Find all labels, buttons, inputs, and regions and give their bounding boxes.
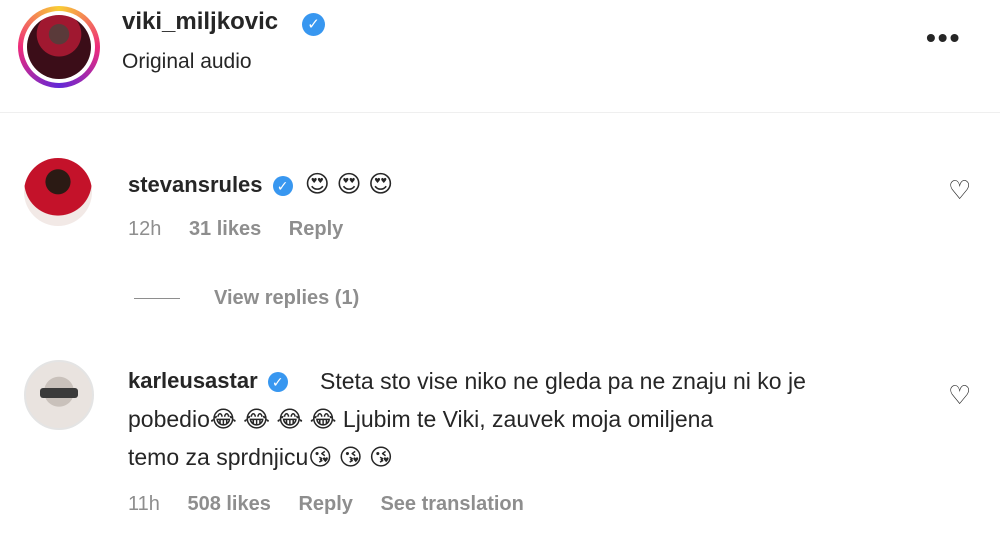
author-username[interactable]: viki_miljkovic	[122, 8, 278, 36]
comment-time: 12h	[128, 218, 162, 240]
see-translation-button[interactable]: See translation	[380, 493, 523, 515]
comment-time: 11h	[128, 493, 160, 515]
comment-likes[interactable]: 508 likes	[187, 493, 270, 515]
comment-avatar-stevansrules[interactable]	[24, 158, 92, 226]
comment-likes[interactable]: 31 likes	[189, 218, 261, 240]
comment-avatar-karleusastar[interactable]	[24, 360, 94, 430]
author-avatar-image	[27, 15, 91, 79]
original-audio-link[interactable]: Original audio	[122, 50, 252, 74]
more-options-icon[interactable]: •••	[926, 22, 961, 54]
comment-meta: 12h 31 likes Reply	[128, 218, 365, 241]
comment-username[interactable]: stevansrules ✓ 😍 😍 😍	[128, 170, 393, 199]
avatar-glasses	[40, 388, 78, 398]
verified-badge-icon: ✓	[302, 13, 325, 36]
replies-divider	[134, 298, 180, 300]
comment-text-emojis: 😍 😍 😍	[304, 171, 394, 198]
like-heart-icon[interactable]: ♡	[948, 380, 971, 411]
comment-meta: 11h 508 likes Reply See translation	[128, 493, 546, 516]
author-avatar[interactable]	[18, 6, 100, 88]
comment-text-line-1: Steta sto vise niko ne gleda pa ne znaju…	[320, 368, 806, 394]
comment-text-line-2: pobedio😂 😂 😂 😂 Ljubim te Viki, zauvek mo…	[128, 406, 714, 432]
verified-badge-icon: ✓	[267, 372, 288, 393]
view-replies-button[interactable]: View replies (1)	[134, 287, 359, 310]
comment-text-line-3: temo za sprdnjicu😘 😘 😘	[128, 444, 393, 470]
like-heart-icon[interactable]: ♡	[948, 175, 971, 206]
reply-button[interactable]: Reply	[289, 218, 343, 240]
reply-button[interactable]: Reply	[298, 493, 352, 515]
post-header: viki_miljkovic ✓ Original audio •••	[0, 0, 1000, 113]
verified-badge-icon: ✓	[272, 176, 293, 197]
comment-username[interactable]: karleusastar ✓	[128, 368, 288, 394]
